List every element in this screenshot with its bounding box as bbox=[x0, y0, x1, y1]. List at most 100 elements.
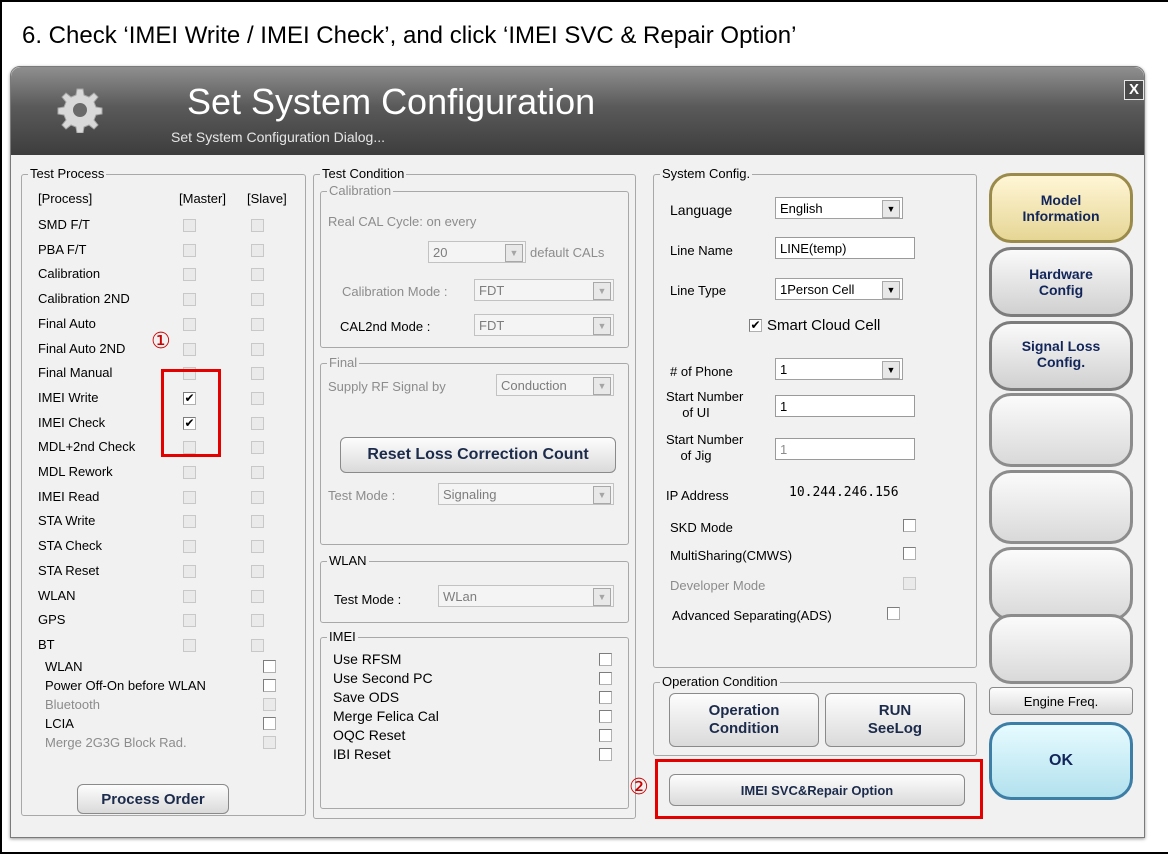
slave-checkbox[interactable] bbox=[251, 343, 264, 356]
chevron-down-icon: ▼ bbox=[882, 361, 900, 379]
system-option-checkbox[interactable] bbox=[887, 607, 900, 620]
process-row-label: STA Check bbox=[38, 538, 103, 553]
line-name-field[interactable]: LINE(temp) bbox=[775, 237, 915, 259]
process-order-button[interactable]: Process Order bbox=[77, 784, 229, 814]
engine-freq-button[interactable]: Engine Freq. bbox=[989, 687, 1133, 715]
language-combo[interactable]: English ▼ bbox=[775, 197, 903, 219]
slave-checkbox[interactable] bbox=[251, 590, 264, 603]
slave-checkbox[interactable] bbox=[251, 540, 264, 553]
system-option-checkbox[interactable] bbox=[903, 577, 916, 590]
imei-option-label: IBI Reset bbox=[333, 746, 391, 762]
master-checkbox[interactable] bbox=[183, 293, 196, 306]
master-checkbox[interactable] bbox=[183, 614, 196, 627]
phone-count-combo[interactable]: 1 ▼ bbox=[775, 358, 903, 380]
master-checkbox[interactable] bbox=[183, 268, 196, 281]
master-checkbox[interactable] bbox=[183, 244, 196, 257]
slave-checkbox[interactable] bbox=[251, 293, 264, 306]
slave-checkbox[interactable] bbox=[251, 417, 264, 430]
default-cals-label: default CALs bbox=[530, 245, 605, 260]
cal2nd-mode-value: FDT bbox=[479, 318, 505, 333]
slave-checkbox[interactable] bbox=[251, 441, 264, 454]
imei-option-checkbox[interactable] bbox=[599, 672, 612, 685]
operation-condition-button[interactable]: Operation Condition bbox=[669, 693, 819, 747]
slave-checkbox[interactable] bbox=[251, 466, 264, 479]
run-seelog-button[interactable]: RUN SeeLog bbox=[825, 693, 965, 747]
model-information-line2: Information bbox=[1022, 208, 1100, 224]
process-option-checkbox[interactable] bbox=[263, 717, 276, 730]
close-button[interactable]: X bbox=[1124, 80, 1144, 100]
wlan-test-mode-combo[interactable]: WLan ▼ bbox=[438, 585, 614, 607]
wlan-group-label: WLAN bbox=[327, 553, 369, 568]
imei-option-checkbox[interactable] bbox=[599, 710, 612, 723]
process-row-label: WLAN bbox=[38, 588, 76, 603]
imei-option-checkbox[interactable] bbox=[599, 729, 612, 742]
signal-loss-config-button[interactable]: Signal Loss Config. bbox=[989, 321, 1133, 391]
system-option-checkbox[interactable] bbox=[903, 519, 916, 532]
cal2nd-mode-label: CAL2nd Mode : bbox=[340, 319, 431, 334]
test-process-label: Test Process bbox=[28, 166, 107, 181]
process-row-label: GPS bbox=[38, 612, 66, 627]
master-checkbox[interactable] bbox=[183, 540, 196, 553]
model-information-button[interactable]: Model Information bbox=[989, 173, 1133, 243]
process-row-label: PBA F/T bbox=[38, 242, 87, 257]
hardware-config-button[interactable]: Hardware Config bbox=[989, 247, 1133, 317]
imei-option-checkbox[interactable] bbox=[599, 691, 612, 704]
master-checkbox[interactable] bbox=[183, 515, 196, 528]
imei-option-label: Merge Felica Cal bbox=[333, 708, 439, 724]
master-checkbox[interactable] bbox=[183, 639, 196, 652]
master-checkbox[interactable] bbox=[183, 491, 196, 504]
chevron-down-icon: ▼ bbox=[882, 200, 900, 218]
calibration-label: Calibration bbox=[327, 183, 394, 198]
language-value: English bbox=[780, 201, 823, 216]
process-option-label: Merge 2G3G Block Rad. bbox=[45, 735, 187, 750]
master-checkbox[interactable] bbox=[183, 219, 196, 232]
cal-cycle-combo[interactable]: 20 ▼ bbox=[428, 241, 526, 263]
empty-side-button-2[interactable] bbox=[989, 470, 1133, 544]
reset-loss-correction-button[interactable]: Reset Loss Correction Count bbox=[340, 437, 616, 473]
start-ui-field[interactable]: 1 bbox=[775, 395, 915, 417]
smart-cloud-checkbox[interactable]: ✔ bbox=[749, 319, 762, 332]
master-checkbox[interactable] bbox=[183, 565, 196, 578]
slave-checkbox[interactable] bbox=[251, 614, 264, 627]
instruction-text: 6. Check ‘IMEI Write / IMEI Check’, and … bbox=[22, 22, 797, 49]
final-test-mode-combo[interactable]: Signaling ▼ bbox=[438, 483, 614, 505]
imei-option-checkbox[interactable] bbox=[599, 653, 612, 666]
process-option-checkbox[interactable] bbox=[263, 698, 276, 711]
process-row-label: IMEI Write bbox=[38, 390, 99, 405]
line-type-combo[interactable]: 1Person Cell ▼ bbox=[775, 278, 903, 300]
empty-side-button-4[interactable] bbox=[989, 614, 1133, 684]
process-option-checkbox[interactable] bbox=[263, 679, 276, 692]
master-checkbox[interactable] bbox=[183, 590, 196, 603]
process-row-label: MDL+2nd Check bbox=[38, 439, 136, 454]
slave-checkbox[interactable] bbox=[251, 491, 264, 504]
slave-checkbox[interactable] bbox=[251, 515, 264, 528]
imei-option-label: Use RFSM bbox=[333, 651, 402, 667]
ok-button[interactable]: OK bbox=[989, 722, 1133, 800]
system-option-label: MultiSharing(CMWS) bbox=[670, 548, 793, 563]
process-option-checkbox[interactable] bbox=[263, 736, 276, 749]
cal2nd-mode-combo[interactable]: FDT ▼ bbox=[474, 314, 614, 336]
supply-rf-combo[interactable]: Conduction ▼ bbox=[496, 374, 614, 396]
imei-option-checkbox[interactable] bbox=[599, 748, 612, 761]
slave-checkbox[interactable] bbox=[251, 318, 264, 331]
empty-side-button-3[interactable] bbox=[989, 547, 1133, 621]
start-jig-field[interactable]: 1 bbox=[775, 438, 915, 460]
hardware-config-line2: Config bbox=[1038, 282, 1084, 298]
slave-checkbox[interactable] bbox=[251, 639, 264, 652]
run-seelog-button-line1: RUN bbox=[878, 702, 912, 719]
slave-checkbox[interactable] bbox=[251, 219, 264, 232]
process-option-checkbox[interactable] bbox=[263, 660, 276, 673]
slave-checkbox[interactable] bbox=[251, 268, 264, 281]
master-checkbox[interactable] bbox=[183, 318, 196, 331]
empty-side-button-1[interactable] bbox=[989, 393, 1133, 467]
chevron-down-icon: ▼ bbox=[593, 377, 611, 395]
system-option-checkbox[interactable] bbox=[903, 547, 916, 560]
slave-checkbox[interactable] bbox=[251, 244, 264, 257]
process-row-label: STA Reset bbox=[38, 563, 100, 578]
master-checkbox[interactable] bbox=[183, 466, 196, 479]
calibration-mode-combo[interactable]: FDT ▼ bbox=[474, 279, 614, 301]
slave-checkbox[interactable] bbox=[251, 367, 264, 380]
slave-checkbox[interactable] bbox=[251, 392, 264, 405]
slave-checkbox[interactable] bbox=[251, 565, 264, 578]
master-checkbox[interactable] bbox=[183, 343, 196, 356]
